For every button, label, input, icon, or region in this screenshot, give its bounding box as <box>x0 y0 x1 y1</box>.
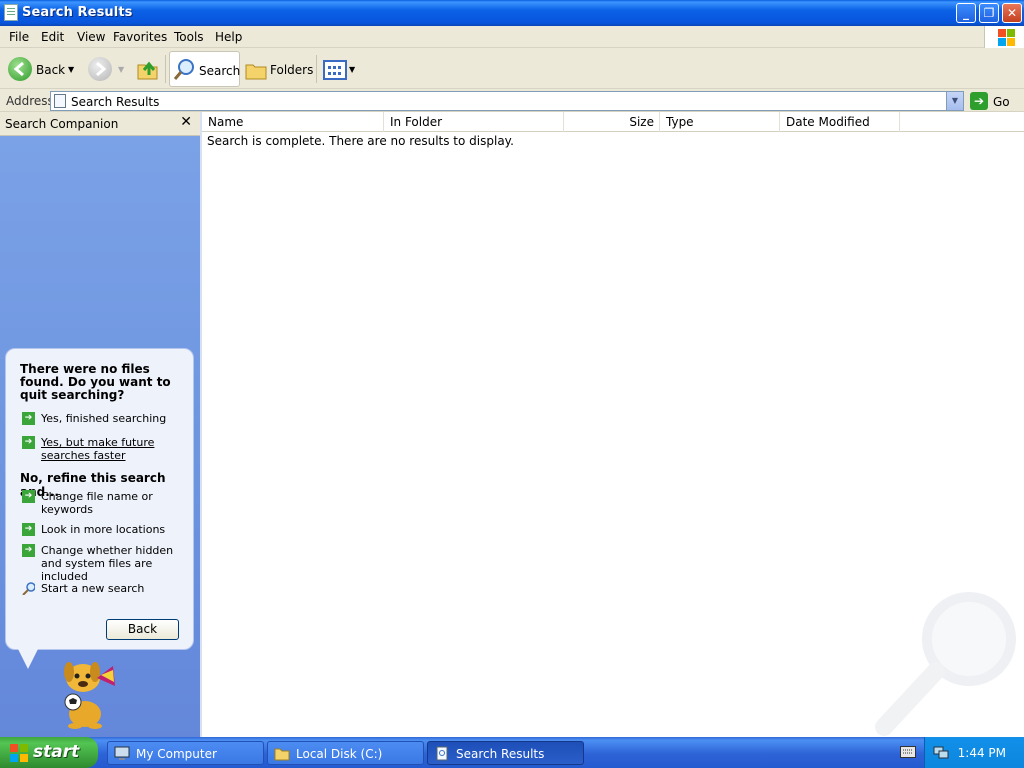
option-label: Change file name or keywords <box>41 490 153 516</box>
taskbar: start My Computer Local Disk (C:) Search… <box>0 737 1024 768</box>
magnifier-icon <box>22 582 35 595</box>
forward-toolbar-button[interactable]: ▼ <box>84 51 128 87</box>
option-label: Start a new search <box>41 582 145 595</box>
folders-toolbar-button[interactable]: Folders <box>243 51 313 87</box>
views-dropdown-icon[interactable]: ▼ <box>349 65 355 74</box>
column-type[interactable]: Type <box>660 112 780 132</box>
green-arrow-icon: ➔ <box>22 523 35 536</box>
green-arrow-icon: ➔ <box>22 436 35 449</box>
address-field[interactable]: Search Results ▼ <box>50 91 964 111</box>
search-balloon: There were no files found. Do you want t… <box>5 348 194 669</box>
back-arrow-icon <box>8 57 32 81</box>
search-results-page-icon <box>54 94 66 108</box>
task-search-results[interactable]: Search Results <box>427 741 584 765</box>
address-bar: Address Search Results ▼ ➔ Go <box>0 90 1024 112</box>
option-label: Look in more locations <box>41 523 166 536</box>
views-grid-icon <box>323 60 347 80</box>
search-icon <box>173 59 194 80</box>
folders-label: Folders <box>270 63 314 77</box>
address-dropdown-icon[interactable]: ▼ <box>946 92 963 110</box>
search-companion-title: Search Companion <box>5 117 119 131</box>
clock[interactable]: 1:44 PM <box>958 746 1006 760</box>
up-folder-icon <box>137 61 158 80</box>
task-label: Search Results <box>456 747 545 761</box>
forward-arrow-icon <box>88 57 112 81</box>
folders-icon <box>245 64 267 80</box>
column-date-modified[interactable]: Date Modified <box>780 112 900 132</box>
option-label: Change whether hidden and system files a… <box>41 544 174 583</box>
green-arrow-icon: ➔ <box>22 412 35 425</box>
results-column-header: Name In Folder Size Type Date Modified <box>202 112 1024 132</box>
menu-bar: File Edit View Favorites Tools Help <box>0 26 1024 48</box>
go-label: Go <box>993 95 1010 109</box>
up-folder-button[interactable] <box>134 51 162 87</box>
views-toolbar-button[interactable]: ▼ <box>321 51 357 87</box>
search-toolbar-button[interactable]: Search <box>169 51 240 87</box>
menu-file[interactable]: File <box>9 30 29 44</box>
standard-toolbar: Back ▼ ▼ Search Folders ▼ <box>0 49 1024 89</box>
window-title: Search Results <box>22 5 133 20</box>
task-my-computer[interactable]: My Computer <box>107 741 264 765</box>
toolbar-separator <box>165 55 166 83</box>
task-label: My Computer <box>136 747 217 761</box>
menu-view[interactable]: View <box>77 30 105 44</box>
menu-edit[interactable]: Edit <box>41 30 64 44</box>
green-arrow-icon: ➔ <box>22 490 35 503</box>
no-results-message: Search is complete. There are no results… <box>207 134 514 148</box>
close-button[interactable]: ✕ <box>1002 3 1022 23</box>
toolbar-separator <box>316 55 317 83</box>
back-dropdown-icon[interactable]: ▼ <box>68 65 74 74</box>
network-icon[interactable] <box>933 744 949 760</box>
start-button[interactable]: start <box>0 737 98 768</box>
computer-icon <box>114 746 130 760</box>
back-toolbar-button[interactable]: Back ▼ <box>4 51 80 87</box>
windows-flag-icon <box>10 744 28 762</box>
balloon-back-button[interactable]: Back <box>106 619 179 640</box>
search-results-icon <box>436 746 448 761</box>
back-label: Back <box>36 63 66 77</box>
results-list[interactable]: Search is complete. There are no results… <box>202 132 1024 737</box>
search-companion-close-icon[interactable]: ✕ <box>180 114 192 130</box>
search-label: Search <box>199 64 241 78</box>
search-results-window-icon[interactable] <box>4 4 18 21</box>
go-button[interactable]: ➔ Go <box>968 91 1022 111</box>
task-label: Local Disk (C:) <box>296 747 383 761</box>
title-bar[interactable]: Search Results _ ❐ ✕ <box>0 0 1024 26</box>
column-size[interactable]: Size <box>564 112 660 132</box>
task-local-disk[interactable]: Local Disk (C:) <box>267 741 424 765</box>
system-tray: 1:44 PM <box>924 737 1024 768</box>
balloon-tail <box>18 649 38 669</box>
search-companion-header: Search Companion ✕ <box>0 112 200 136</box>
column-in-folder[interactable]: In Folder <box>384 112 564 132</box>
search-assistant-dog-icon[interactable] <box>55 656 121 731</box>
search-companion-pane: There were no files found. Do you want t… <box>0 136 200 737</box>
column-name[interactable]: Name <box>202 112 384 132</box>
windows-logo-icon <box>984 26 1024 48</box>
address-value: Search Results <box>71 95 160 109</box>
keyboard-icon[interactable] <box>900 746 916 758</box>
start-label: start <box>33 742 80 762</box>
address-label: Address <box>6 94 54 108</box>
menu-favorites[interactable]: Favorites <box>113 30 167 44</box>
option-label: Yes, finished searching <box>41 412 167 425</box>
green-arrow-icon: ➔ <box>22 544 35 557</box>
restore-button[interactable]: ❐ <box>979 3 999 23</box>
no-files-question: There were no files found. Do you want t… <box>20 362 171 402</box>
magnifier-watermark-icon <box>875 592 1016 736</box>
menu-help[interactable]: Help <box>215 30 242 44</box>
go-arrow-icon: ➔ <box>970 92 988 110</box>
folder-icon <box>274 748 290 761</box>
forward-dropdown-icon[interactable]: ▼ <box>118 65 124 74</box>
menu-tools[interactable]: Tools <box>174 30 204 44</box>
option-label: Yes, but make future searches faster <box>41 436 155 462</box>
minimize-button[interactable]: _ <box>956 3 976 23</box>
